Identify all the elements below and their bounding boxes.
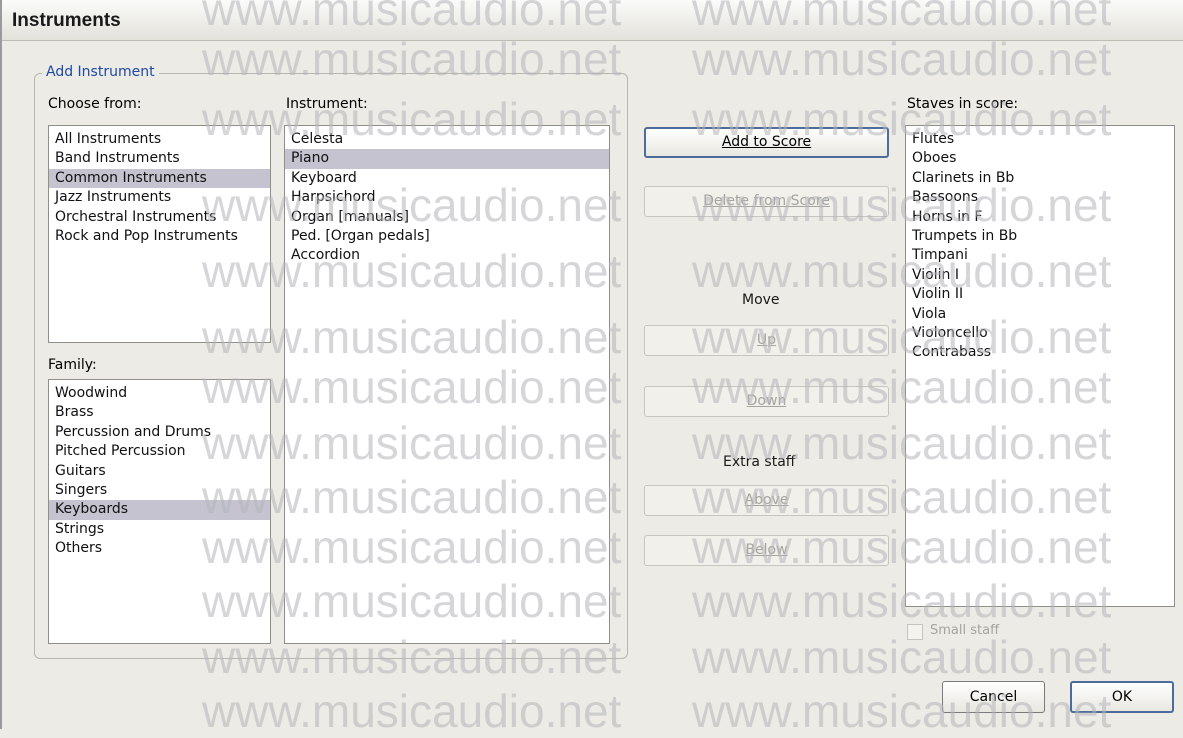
family-item[interactable]: Guitars (49, 462, 270, 481)
family-item[interactable]: Woodwind (49, 384, 270, 403)
staves-in-score-list[interactable]: Flutes Oboes Clarinets in Bb Bassoons Horns … (905, 125, 1175, 607)
stave-item[interactable]: Viola (906, 305, 1174, 324)
stave-item[interactable]: Contrabass (906, 343, 1174, 362)
stave-item[interactable]: Violin II (906, 285, 1174, 304)
watermark-text: www.musicaudio.net (202, 685, 622, 737)
family-item[interactable]: Brass (49, 403, 270, 422)
watermark-text: www.musicaudio.net (692, 685, 1112, 737)
staves-in-score-label: Staves in score: (907, 96, 1019, 112)
add-to-score-button[interactable]: Add to Score (644, 127, 889, 158)
move-up-button[interactable]: Up (644, 325, 889, 356)
choose-from-list[interactable]: All Instruments Band Instruments Common In… (48, 125, 271, 343)
small-staff-checkbox[interactable] (907, 624, 923, 640)
family-item[interactable]: Strings (49, 520, 270, 539)
ok-button[interactable]: OK (1070, 681, 1174, 713)
extra-staff-above-label: Above (744, 492, 789, 508)
choose-from-item[interactable]: Jazz Instruments (49, 188, 270, 207)
delete-from-score-label: Delete from Score (703, 193, 830, 209)
family-item[interactable]: Percussion and Drums (49, 423, 270, 442)
instrument-list[interactable]: Celesta Piano Keyboard Harpsichord Organ [ma… (284, 125, 610, 644)
family-item[interactable]: Others (49, 539, 270, 558)
family-item[interactable]: Pitched Percussion (49, 442, 270, 461)
instrument-item[interactable]: Celesta (285, 130, 609, 149)
instruments-dialog: Instruments Add Instrument Choose from: … (0, 0, 1183, 737)
title-bar[interactable]: Instruments (2, 0, 1183, 41)
family-label: Family: (48, 357, 97, 373)
watermark-text: www.musicaudio.net (692, 631, 1112, 683)
choose-from-item[interactable]: Common Instruments (49, 168, 270, 189)
ok-label: OK (1111, 689, 1133, 705)
extra-staff-label: Extra staff (723, 454, 796, 470)
cancel-button[interactable]: Cancel (942, 681, 1045, 713)
move-down-label: Down (746, 393, 787, 409)
extra-staff-below-label: Below (745, 542, 788, 558)
family-item[interactable]: Keyboards (49, 500, 270, 520)
extra-staff-below-button[interactable]: Below (644, 535, 889, 566)
choose-from-label: Choose from: (48, 96, 142, 112)
family-list[interactable]: Woodwind Brass Percussion and Drums Pitched… (48, 379, 271, 644)
move-down-button[interactable]: Down (644, 386, 889, 417)
cancel-label: Cancel (969, 689, 1018, 705)
move-up-label: Up (756, 332, 777, 348)
extra-staff-above-button[interactable]: Above (644, 485, 889, 516)
stave-item[interactable]: Oboes (906, 149, 1174, 168)
dialog-title: Instruments (12, 10, 121, 31)
stave-item[interactable]: Timpani (906, 246, 1174, 265)
instrument-item[interactable]: Ped. [Organ pedals] (285, 227, 609, 246)
stave-item[interactable]: Clarinets in Bb (906, 169, 1174, 188)
instrument-item[interactable]: Piano (285, 149, 609, 169)
move-label: Move (742, 292, 780, 308)
stave-item[interactable]: Bassoons (906, 188, 1174, 207)
add-instrument-group-label: Add Instrument (42, 64, 159, 80)
stave-item[interactable]: Horns in F (906, 208, 1174, 227)
stave-item[interactable]: Trumpets in Bb (906, 227, 1174, 246)
choose-from-item[interactable]: Rock and Pop Instruments (49, 227, 270, 246)
add-to-score-label: Add to Score (721, 134, 812, 150)
instrument-label: Instrument: (286, 96, 368, 112)
stave-item[interactable]: Violin I (906, 266, 1174, 285)
family-item[interactable]: Singers (49, 481, 270, 500)
instrument-item[interactable]: Harpsichord (285, 188, 609, 207)
small-staff-label: Small staff (930, 623, 1000, 638)
stave-item[interactable]: Flutes (906, 130, 1174, 149)
instrument-item[interactable]: Accordion (285, 246, 609, 265)
choose-from-item[interactable]: Orchestral Instruments (49, 208, 270, 227)
choose-from-item[interactable]: Band Instruments (49, 149, 270, 168)
stave-item[interactable]: Violoncello (906, 324, 1174, 343)
instrument-item[interactable]: Organ [manuals] (285, 208, 609, 227)
delete-from-score-button[interactable]: Delete from Score (644, 186, 889, 217)
choose-from-item[interactable]: All Instruments (49, 130, 270, 149)
instrument-item[interactable]: Keyboard (285, 169, 609, 188)
